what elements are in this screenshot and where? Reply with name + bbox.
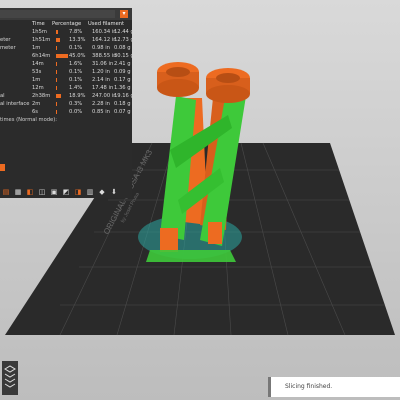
feature-time: 6h14m — [32, 53, 51, 59]
percentage-bar — [56, 86, 57, 90]
travel-icon[interactable]: ◩ — [62, 188, 70, 196]
percentage-bar — [56, 38, 60, 42]
feature-percentage: 13.3% — [69, 37, 86, 43]
seams-icon[interactable]: ▣ — [50, 188, 58, 196]
feature-length: 31.06 in — [92, 61, 114, 67]
feature-length: 0.98 in — [92, 45, 110, 51]
table-row: al 2h38m 18.9% 247.00 in 19.16 g — [0, 92, 132, 100]
table-row: 12m 1.4% 17.48 in 1.36 g — [0, 84, 132, 92]
feature-time: 53s — [32, 69, 42, 75]
table-row: 6h14m 45.0% 388.55 in 30.15 g — [0, 52, 132, 60]
feature-weight: 12.73 g — [114, 37, 132, 43]
feature-time: 12m — [32, 85, 44, 91]
chevron-down-icon[interactable]: ▾ — [120, 10, 128, 18]
feature-time: 2h38m — [32, 93, 51, 99]
table-row: 1m 0.1% 2.14 in 0.17 g — [0, 76, 132, 84]
feature-name: meter — [0, 45, 16, 51]
feature-percentage: 0.1% — [69, 45, 83, 51]
feature-weight: 0.08 g — [114, 45, 131, 51]
slice-statistics-panel: ▾ Time Percentage Used filament 1h5m 7.8%… — [0, 8, 132, 198]
table-row: meter 1m 0.1% 0.98 in 0.08 g — [0, 44, 132, 52]
feature-length: 164.12 in — [92, 37, 117, 43]
feature-name: al — [0, 93, 5, 99]
shells-icon[interactable]: ▦ — [14, 188, 22, 196]
toast-message: Slicing finished. — [285, 383, 333, 390]
percentage-bar — [56, 62, 57, 66]
support-icon[interactable]: ◧ — [26, 188, 34, 196]
tool-changes-icon[interactable]: ▥ — [86, 188, 94, 196]
feature-length: 1.20 in — [92, 69, 110, 75]
view-toolbar: ▤ ▦ ◧ ◫ ▣ ◩ ◨ ▥ ◆ ⬇ — [0, 186, 132, 198]
feature-length: 388.55 in — [92, 53, 117, 59]
feature-weight: 0.18 g — [114, 101, 131, 107]
column-header-percentage: Percentage — [52, 21, 82, 27]
feature-weight: 30.15 g — [114, 53, 132, 59]
table-row: 14m 1.6% 31.06 in 2.41 g — [0, 60, 132, 68]
feature-weight: 0.17 g — [114, 77, 131, 83]
feature-length: 2.14 in — [92, 77, 110, 83]
percentage-bar — [56, 30, 59, 34]
table-row: 6s 0.0% 0.85 in 0.07 g — [0, 108, 132, 116]
feature-name: eter — [0, 37, 11, 43]
legend-swatch — [0, 164, 5, 171]
feature-time: 1m — [32, 45, 41, 51]
percentage-bar — [56, 70, 57, 74]
percentage-bar — [56, 54, 68, 58]
feature-percentage: 1.4% — [69, 85, 83, 91]
table-row: 53s 0.1% 1.20 in 0.09 g — [0, 68, 132, 76]
table-row: 1h5m 7.8% 160.34 in 12.44 g — [0, 28, 132, 36]
estimated-times-note: times (Normal mode): — [0, 117, 57, 123]
feature-length: 17.48 in — [92, 85, 114, 91]
feature-percentage: 18.9% — [69, 93, 86, 99]
feature-length: 2.28 in — [92, 101, 110, 107]
percentage-bar — [56, 46, 57, 50]
feature-weight: 0.07 g — [114, 109, 131, 115]
feature-length: 0.85 in — [92, 109, 110, 115]
feature-percentage: 45.0% — [69, 53, 86, 59]
feature-length: 247.00 in — [92, 93, 117, 99]
percentage-bar — [56, 78, 57, 82]
feature-percentage: 0.0% — [69, 109, 83, 115]
feature-percentage: 0.3% — [69, 101, 83, 107]
table-row: al interface 2m 0.3% 2.28 in 0.18 g — [0, 100, 132, 108]
percentage-bar — [56, 102, 57, 106]
retraction-icon[interactable]: ◨ — [74, 188, 82, 196]
download-icon[interactable]: ⬇ — [110, 188, 118, 196]
feature-time: 6s — [32, 109, 39, 115]
feature-percentage: 7.8% — [69, 29, 83, 35]
feature-weight: 19.16 g — [114, 93, 132, 99]
view-type-field[interactable] — [0, 10, 115, 18]
feature-percentage: 1.6% — [69, 61, 83, 67]
feature-length: 160.34 in — [92, 29, 117, 35]
column-header-time: Time — [32, 21, 45, 27]
feature-rows: 1h5m 7.8% 160.34 in 12.44 g eter 1h51m 13.3% 16… — [0, 28, 132, 116]
percentage-bar — [56, 110, 57, 114]
layers-icon[interactable]: ▤ — [2, 188, 10, 196]
feature-weight: 0.09 g — [114, 69, 131, 75]
feature-time: 1m — [32, 77, 41, 83]
cube-view-icon[interactable]: ◆ — [98, 188, 106, 196]
feature-weight: 2.41 g — [114, 61, 131, 67]
brim-icon[interactable]: ◫ — [38, 188, 46, 196]
layers-stack-icon[interactable] — [2, 361, 18, 395]
feature-weight: 12.44 g — [114, 29, 132, 35]
feature-weight: 1.36 g — [114, 85, 131, 91]
feature-percentage: 0.1% — [69, 77, 83, 83]
feature-time: 1h51m — [32, 37, 51, 43]
column-header-used-filament: Used filament — [88, 21, 125, 27]
feature-time: 2m — [32, 101, 41, 107]
feature-name: al interface — [0, 101, 30, 107]
view-type-selector[interactable]: ▾ — [0, 8, 132, 20]
feature-percentage: 0.1% — [69, 69, 83, 75]
table-row: eter 1h51m 13.3% 164.12 in 12.73 g — [0, 36, 132, 44]
notification-toast: Slicing finished. — [268, 377, 400, 397]
feature-time: 14m — [32, 61, 44, 67]
table-header: Time Percentage Used filament — [0, 20, 132, 28]
percentage-bar — [56, 94, 62, 98]
feature-time: 1h5m — [32, 29, 47, 35]
